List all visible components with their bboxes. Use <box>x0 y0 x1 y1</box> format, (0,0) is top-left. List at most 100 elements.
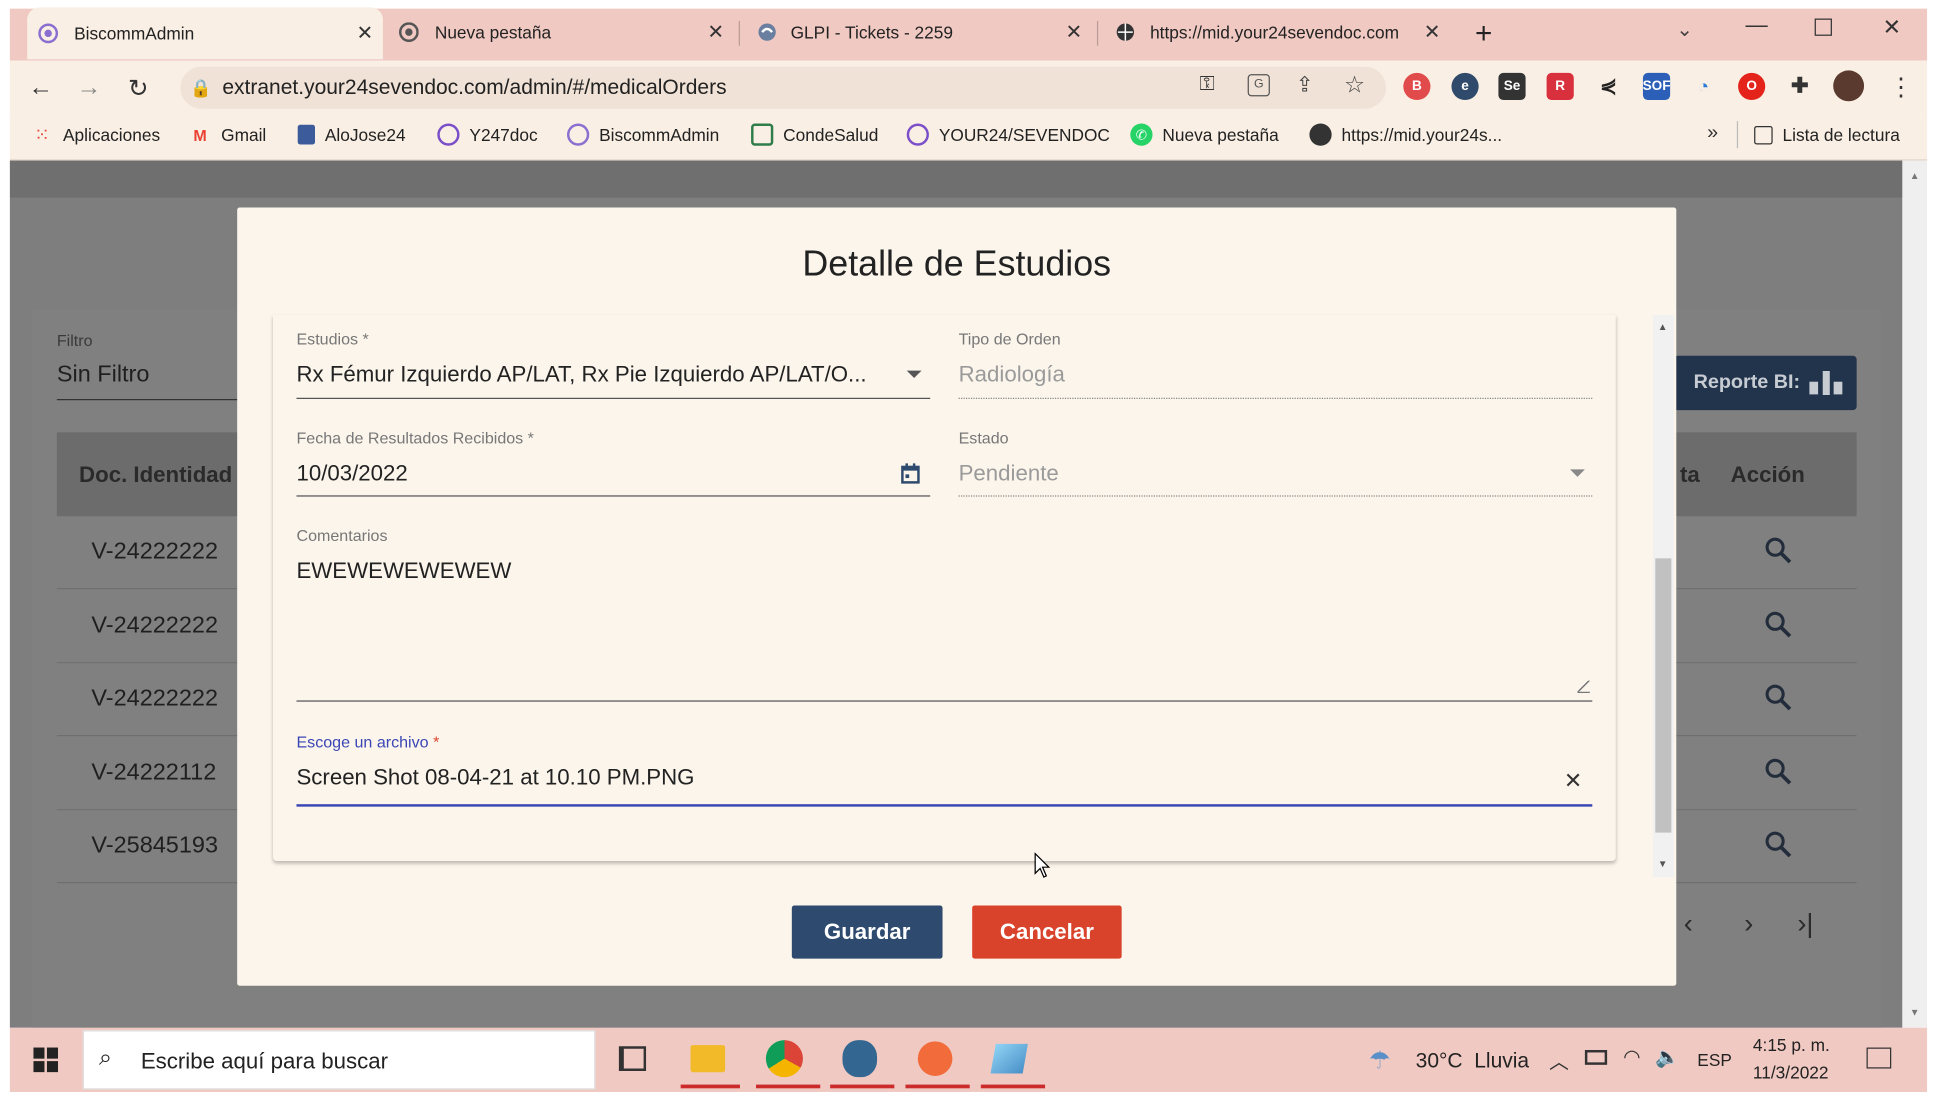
volume-icon[interactable]: 🔈 <box>1655 1045 1680 1070</box>
extension-icon[interactable]: ⋞ <box>1595 73 1622 100</box>
study-detail-dialog: Detalle de Estudios Estudios * Rx Fémur … <box>237 207 1677 986</box>
reload-button[interactable]: ↻ <box>122 72 154 104</box>
last-page-icon[interactable]: ›| <box>1797 908 1813 940</box>
resize-handle-icon[interactable] <box>1577 680 1590 694</box>
menu-icon[interactable]: ⋮ <box>1889 72 1914 103</box>
clear-icon[interactable]: ✕ <box>1564 768 1583 794</box>
task-view-icon[interactable] <box>618 1046 647 1072</box>
restore-button[interactable] <box>1814 18 1832 36</box>
archivo-input[interactable]: Screen Shot 08-04-21 at 10.10 PM.PNG <box>296 765 694 791</box>
more-bookmarks-button[interactable]: » <box>1707 122 1718 144</box>
bookmark-your24[interactable]: YOUR24/SEVENDOC <box>906 123 1110 146</box>
lock-icon[interactable]: 🔒 <box>190 78 212 99</box>
windows-start-icon[interactable] <box>33 1047 59 1079</box>
estudios-select[interactable]: Rx Fémur Izquierdo AP/LAT, Rx Pie Izquie… <box>296 362 889 388</box>
share-icon[interactable]: ⇪ <box>1296 73 1314 98</box>
search-icon[interactable] <box>1764 757 1794 793</box>
dropdown-arrow-icon[interactable] <box>906 370 922 379</box>
fecha-label: Fecha de Resultados Recibidos * <box>296 428 534 448</box>
search-icon[interactable] <box>1764 536 1794 572</box>
globe-icon <box>1114 21 1136 43</box>
close-icon[interactable]: ✕ <box>1424 20 1441 45</box>
star-icon[interactable]: ☆ <box>1344 72 1365 100</box>
prev-page-icon[interactable]: ‹ <box>1684 908 1693 940</box>
key-icon[interactable]: ⚿ <box>1199 74 1214 96</box>
chrome-icon[interactable] <box>765 1040 803 1078</box>
comentarios-textarea[interactable]: EWEWEWEWEWEW <box>296 558 511 584</box>
y247-icon <box>437 123 460 146</box>
translate-icon[interactable]: G <box>1247 74 1270 97</box>
puzzle-icon[interactable]: ✚ <box>1786 73 1813 100</box>
bookmark-nueva[interactable]: ✆ Nueva pestaña <box>1130 123 1279 146</box>
bookmark-alojose24[interactable]: AloJose24 <box>297 124 406 146</box>
search-icon: ⌕ <box>98 1045 112 1072</box>
reading-list-button[interactable]: Lista de lectura <box>1754 124 1900 146</box>
close-window-button[interactable]: ✕ <box>1883 15 1902 41</box>
notifications-icon[interactable] <box>1866 1047 1892 1069</box>
clock-time[interactable]: 4:15 p. m. <box>1753 1035 1830 1055</box>
bookmark-condesalud[interactable]: CondeSalud <box>751 123 878 146</box>
extension-icon[interactable]: B <box>1403 72 1431 101</box>
bookmark-y247doc[interactable]: Y247doc <box>437 123 538 146</box>
globe-icon <box>1309 123 1332 146</box>
bookmark-aplicaciones[interactable]: ⁙ Aplicaciones <box>31 124 160 146</box>
tab-nueva[interactable]: Nueva pestaña ✕ <box>388 9 734 56</box>
clock-date[interactable]: 11/3/2022 <box>1753 1062 1829 1082</box>
save-button[interactable]: Guardar <box>791 905 943 959</box>
apps-grid-icon: ⁙ <box>34 124 50 146</box>
close-icon[interactable]: ✕ <box>707 20 724 45</box>
opera-icon[interactable]: O <box>1738 72 1766 101</box>
calendar-icon[interactable] <box>901 463 921 490</box>
battery-icon[interactable] <box>1584 1050 1608 1065</box>
postgresql-icon[interactable] <box>842 1040 878 1078</box>
next-page-icon[interactable]: › <box>1744 908 1753 940</box>
bookmark-gmail[interactable]: M Gmail <box>189 124 266 146</box>
search-icon[interactable] <box>1764 610 1794 646</box>
tab-title: BiscommAdmin <box>74 23 195 44</box>
tipo-orden-label: Tipo de Orden <box>958 329 1061 349</box>
forward-button[interactable]: → <box>73 72 105 104</box>
chrome-icon <box>398 21 420 43</box>
doc-cell: V-24222222 <box>91 685 219 712</box>
dialog-scrollbar[interactable]: ▲ ▼ <box>1652 315 1674 878</box>
weather-icon[interactable]: ☂ <box>1369 1045 1391 1076</box>
taskbar-search-input[interactable]: Escribe aquí para buscar <box>141 1049 388 1075</box>
extension-icon[interactable]: ◔ <box>1690 73 1717 100</box>
comentarios-label: Comentarios <box>296 526 388 545</box>
file-explorer-icon[interactable] <box>690 1045 726 1073</box>
postman-icon[interactable] <box>917 1041 953 1076</box>
tab-mid[interactable]: https://mid.your24sevendoc.com ✕ <box>1104 9 1450 56</box>
wifi-icon[interactable]: ◠ <box>1623 1045 1640 1070</box>
close-icon[interactable]: ✕ <box>356 21 373 46</box>
page-scrollbar[interactable]: ▲ ▼ <box>1902 160 1928 1028</box>
bar-chart-icon: ▖▌▖ <box>1810 373 1849 395</box>
form-card: Estudios * Rx Fémur Izquierdo AP/LAT, Rx… <box>273 315 1616 862</box>
language-indicator[interactable]: ESP <box>1697 1050 1732 1070</box>
url-text[interactable]: extranet.your24sevendoc.com/admin/#/medi… <box>222 75 726 100</box>
tab-glpi[interactable]: GLPI - Tickets - 2259 ✕ <box>746 9 1092 56</box>
chevron-up-icon[interactable]: ︿ <box>1549 1045 1569 1075</box>
extension-icon[interactable]: e <box>1451 72 1479 101</box>
extension-icon[interactable]: R <box>1546 72 1574 101</box>
minimize-button[interactable]: — <box>1745 12 1767 38</box>
sof-icon[interactable]: SOF <box>1643 72 1671 101</box>
cancel-button[interactable]: Cancelar <box>972 905 1122 959</box>
report-bi-button[interactable]: Reporte BI: ▖▌▖ <box>1673 355 1857 411</box>
weather-text[interactable]: 30°C Lluvia <box>1416 1049 1529 1074</box>
fecha-input[interactable]: 10/03/2022 <box>296 461 407 487</box>
new-tab-button[interactable]: + <box>1475 17 1492 52</box>
close-icon[interactable]: ✕ <box>1066 20 1083 45</box>
back-button[interactable]: ← <box>25 72 57 104</box>
bookmark-biscommadmin[interactable]: BiscommAdmin <box>567 123 719 146</box>
search-icon[interactable] <box>1764 830 1794 866</box>
avatar[interactable] <box>1833 70 1865 102</box>
bookmark-mid[interactable]: https://mid.your24s... <box>1309 123 1502 146</box>
chevron-down-icon[interactable]: ⌄ <box>1676 17 1693 42</box>
doc-cell: V-24222222 <box>91 612 219 639</box>
filter-select[interactable]: Sin Filtro <box>57 362 150 389</box>
app-icon[interactable] <box>990 1043 1028 1074</box>
archivo-label: Escoge un archivo * <box>296 732 440 752</box>
selenium-icon[interactable]: Se <box>1498 72 1526 101</box>
tab-biscommadmin[interactable]: BiscommAdmin ✕ <box>27 7 383 60</box>
search-icon[interactable] <box>1764 683 1794 719</box>
